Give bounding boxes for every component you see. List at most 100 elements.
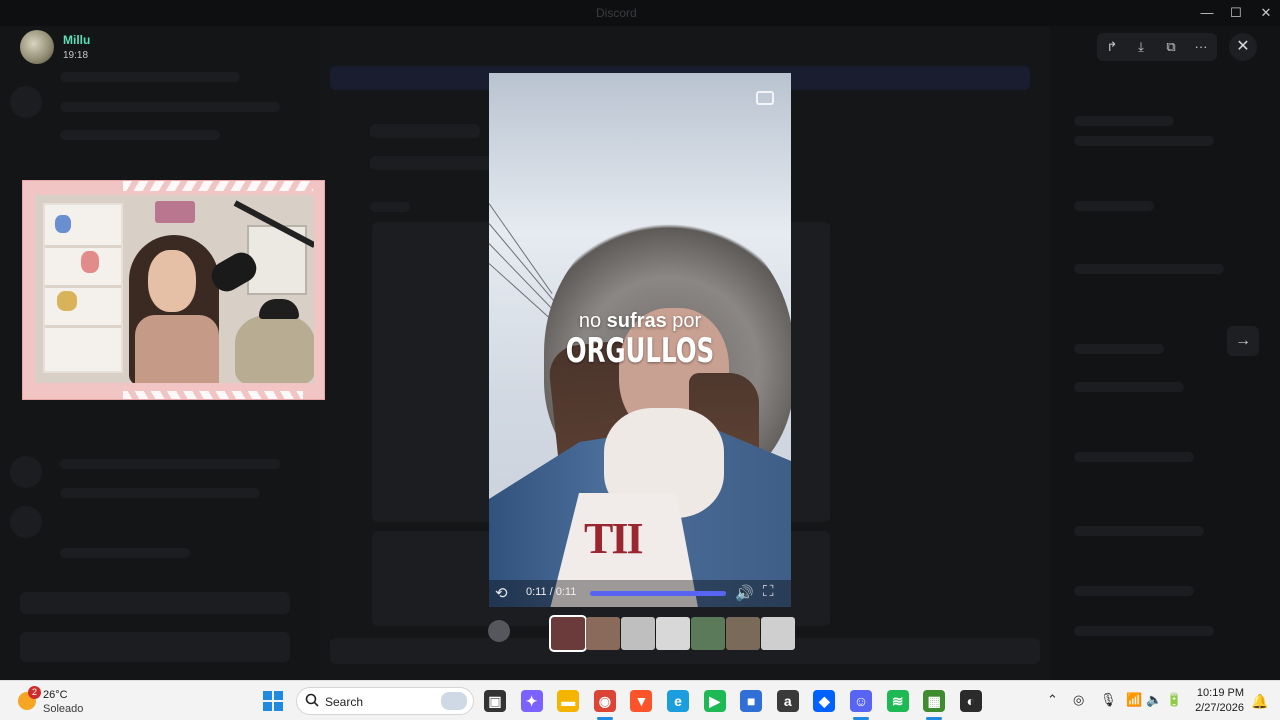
store-icon[interactable]: ■: [740, 690, 763, 712]
maximize-button[interactable]: ☐: [1227, 4, 1245, 22]
webcam-overlay: [22, 180, 325, 400]
dropbox-icon[interactable]: ◆: [813, 690, 836, 712]
start-button[interactable]: [263, 691, 283, 711]
obs-icon[interactable]: ◐: [959, 690, 982, 712]
teddy-bear: [235, 315, 314, 383]
member-placeholder: [1074, 116, 1174, 126]
chrome-icon[interactable]: ◉: [593, 690, 616, 712]
edge-icon[interactable]: e: [667, 690, 689, 712]
task-view-icon[interactable]: ▣: [484, 690, 506, 712]
gallery-start-thumb[interactable]: [488, 620, 510, 642]
close-viewer-button[interactable]: ✕: [1229, 33, 1257, 61]
weather-badge: 2: [28, 686, 41, 699]
channel-placeholder: [60, 459, 280, 469]
taskbar-search[interactable]: Search: [296, 687, 474, 715]
watermark-icon: [756, 91, 774, 105]
thumb-5[interactable]: [691, 617, 725, 650]
volume-icon[interactable]: 🔊: [735, 584, 754, 602]
caption-word: sufras: [606, 310, 667, 332]
message-placeholder: [370, 124, 480, 138]
member-placeholder: [1074, 136, 1214, 146]
thumb-4[interactable]: [656, 617, 690, 650]
channel-placeholder: [60, 72, 240, 82]
clock-time: 10:19 PM: [1196, 687, 1244, 699]
uploader-name[interactable]: Millu: [63, 33, 90, 47]
window-close-button[interactable]: ✕: [1257, 4, 1275, 22]
window-title: Discord: [596, 6, 637, 20]
channel-placeholder: [60, 548, 190, 558]
channel-placeholder: [60, 488, 260, 498]
file-explorer-icon[interactable]: ▬: [557, 690, 580, 712]
thumb-7[interactable]: [761, 617, 795, 650]
member-placeholder: [1074, 264, 1224, 274]
time-display: 0:11 / 0:11: [526, 586, 577, 598]
more-options-button[interactable]: ···: [1190, 37, 1212, 57]
caption-word: por: [672, 310, 702, 332]
speaker-icon[interactable]: 🔈: [1146, 692, 1162, 708]
replay-icon[interactable]: ⟲: [495, 584, 508, 602]
caption-word: no: [578, 310, 602, 332]
fullscreen-icon[interactable]: ⛶: [763, 583, 774, 600]
minimize-button[interactable]: —: [1198, 4, 1216, 22]
upload-time: 19:18: [63, 50, 89, 61]
channel-placeholder: [60, 130, 220, 140]
clock[interactable]: 10:19 PM 2/27/2026: [1166, 686, 1244, 716]
message-placeholder: [370, 202, 410, 212]
channel-placeholder: [60, 102, 280, 112]
figurine: [81, 251, 99, 273]
open-external-button[interactable]: ⧉: [1160, 37, 1182, 57]
thumb-2[interactable]: [586, 617, 620, 650]
caption-line-2: ORGULLOS: [565, 331, 715, 371]
member-placeholder: [1074, 452, 1194, 462]
seek-bar[interactable]: [590, 591, 726, 596]
thumb-3[interactable]: [621, 617, 655, 650]
seek-bar-fill: [590, 591, 726, 596]
download-button[interactable]: ⤓: [1130, 37, 1152, 57]
overlay-frame-decoration: [123, 391, 303, 399]
chevron-up-icon[interactable]: ⌃: [1047, 692, 1058, 708]
discord-icon[interactable]: ☺: [850, 690, 872, 712]
figurine: [57, 291, 77, 311]
avatar[interactable]: [20, 30, 54, 64]
weather-condition: Soleado: [43, 703, 84, 715]
voice-panel-placeholder: [20, 592, 290, 614]
brave-icon[interactable]: ▼: [630, 690, 653, 712]
member-placeholder: [1074, 201, 1154, 211]
member-placeholder: [1074, 586, 1194, 596]
copilot-icon[interactable]: ✦: [520, 690, 543, 712]
webcam-feed: [35, 195, 314, 383]
server-icon: [10, 506, 42, 538]
video-player[interactable]: TII no sufras por ORGULLOS: [489, 73, 791, 607]
video-controls: ⟲ 0:11 / 0:11 🔊 ⛶: [489, 580, 791, 607]
member-placeholder: [1074, 626, 1214, 636]
weather-temp: 26°C: [43, 689, 68, 701]
network-status-icon[interactable]: ◎: [1073, 692, 1084, 708]
wifi-icon[interactable]: 📶: [1126, 692, 1142, 708]
app-green-icon[interactable]: ▶: [703, 690, 726, 712]
search-placeholder: Search: [325, 695, 364, 709]
amazon-icon[interactable]: a: [776, 690, 799, 712]
window-titlebar: Discord — ☐ ✕: [0, 0, 1280, 26]
member-placeholder: [1074, 382, 1184, 392]
forward-button[interactable]: ↱: [1101, 37, 1123, 57]
picture-frame: [155, 201, 195, 223]
streamer-body: [135, 315, 219, 383]
thumb-1[interactable]: [549, 615, 587, 652]
thumbnail-strip: [549, 615, 801, 652]
overlay-frame-decoration: [123, 181, 313, 191]
shirt-text: TII: [584, 514, 644, 563]
next-media-button[interactable]: →: [1227, 326, 1259, 356]
thumb-6[interactable]: [726, 617, 760, 650]
bear-cap: [259, 299, 299, 319]
weather-widget[interactable]: 2 26°C Soleado: [16, 686, 106, 716]
minecraft-icon[interactable]: ▦: [923, 690, 946, 712]
user-panel-placeholder: [20, 632, 290, 662]
streamer-face: [148, 250, 196, 312]
microphone-icon[interactable]: 🎙: [1100, 692, 1117, 708]
video-caption: no sufras por ORGULLOS: [489, 309, 791, 371]
media-toolbar: ↱ ⤓ ⧉ ···: [1097, 33, 1217, 61]
server-icon: [10, 456, 42, 488]
spotify-icon[interactable]: ≋: [886, 690, 909, 712]
clock-date: 2/27/2026: [1195, 702, 1244, 714]
notification-bell-icon[interactable]: 🔔: [1251, 693, 1268, 710]
